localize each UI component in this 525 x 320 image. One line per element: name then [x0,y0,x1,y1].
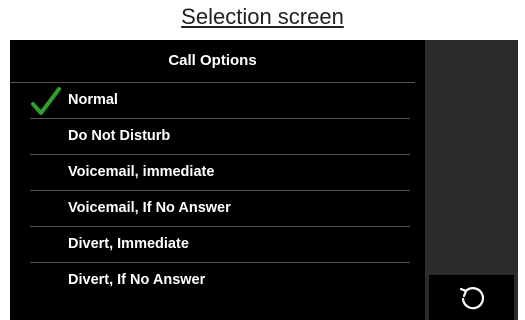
option-label: Normal [68,92,118,108]
screen-caption: Selection screen [181,4,344,29]
option-divert-immediate[interactable]: Divert, Immediate [30,227,410,263]
option-divert-no-answer[interactable]: Divert, If No Answer [30,263,410,298]
option-label: Do Not Disturb [68,128,171,144]
option-do-not-disturb[interactable]: Do Not Disturb [30,119,410,155]
option-voicemail-no-answer[interactable]: Voicemail, If No Answer [30,191,410,227]
device-screen: Call Options Normal Do Not Disturb Voice… [10,40,518,320]
option-label: Divert, If No Answer [68,272,206,288]
refresh-button[interactable] [429,275,514,320]
call-options-panel: Call Options Normal Do Not Disturb Voice… [10,40,425,320]
option-label: Voicemail, immediate [68,164,215,180]
option-voicemail-immediate[interactable]: Voicemail, immediate [30,155,410,191]
option-label: Voicemail, If No Answer [68,200,231,216]
options-list: Normal Do Not Disturb Voicemail, immedia… [30,83,410,298]
refresh-icon [459,286,484,309]
option-label: Divert, Immediate [68,236,189,252]
checkmark-icon [31,87,61,115]
option-normal[interactable]: Normal [30,83,410,119]
panel-title: Call Options [10,40,415,83]
